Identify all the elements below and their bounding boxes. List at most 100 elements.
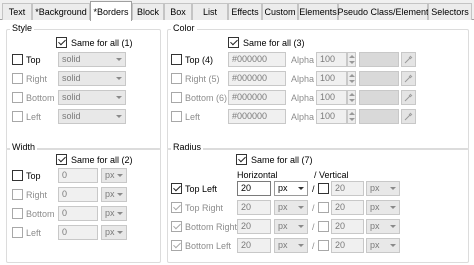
color-bottom-checkbox[interactable]	[171, 92, 182, 103]
tab-effects[interactable]: Effects	[228, 3, 262, 20]
color-bottom-alpha-spinner[interactable]	[347, 90, 356, 105]
radius-bottom-left-h-field[interactable]: 20	[237, 238, 271, 253]
style-bottom-checkbox[interactable]	[12, 92, 23, 103]
radius-bottom-right-v-unit-select[interactable]: px	[366, 219, 400, 234]
radius-top-left-h-field[interactable]: 20	[237, 181, 271, 196]
color-left-swatch[interactable]	[359, 109, 399, 124]
width-bottom-checkbox[interactable]	[12, 208, 23, 219]
color-right-alpha-spinner[interactable]	[347, 71, 356, 86]
radius-top-left-vertical-checkbox[interactable]	[318, 183, 329, 194]
radius-same-for-all-label: Same for all (7)	[251, 155, 313, 165]
radius-bottom-right-vertical-checkbox[interactable]	[318, 221, 329, 232]
color-top-hex-field[interactable]: #000000	[228, 52, 286, 67]
color-left-alpha-label: Alpha	[291, 112, 315, 122]
tab-elements[interactable]: Elements	[298, 3, 338, 20]
width-right-unit-select[interactable]: px	[101, 187, 127, 202]
radius-bottom-left-checkbox[interactable]	[171, 240, 182, 251]
radius-top-right-h-field[interactable]: 20	[237, 200, 271, 215]
color-left-hex-field[interactable]: #000000	[228, 109, 286, 124]
radius-bottom-left-h-unit-select[interactable]: px	[274, 238, 308, 253]
width-top-field[interactable]: 0	[58, 168, 98, 183]
style-top-select[interactable]: solid	[58, 52, 126, 67]
chevron-down-icon	[116, 77, 122, 80]
style-bottom-select[interactable]: solid	[58, 90, 126, 105]
radius-bottom-right-checkbox[interactable]	[171, 221, 182, 232]
color-same-for-all-label: Same for all (3)	[243, 38, 305, 48]
tab-custom[interactable]: Custom	[262, 3, 298, 20]
radius-top-right-vertical-checkbox[interactable]	[318, 202, 329, 213]
color-bottom-swatch[interactable]	[359, 90, 399, 105]
chevron-down-icon	[117, 174, 123, 177]
width-top-checkbox[interactable]	[12, 170, 23, 181]
radius-bottom-left-v-unit-select[interactable]: px	[366, 238, 400, 253]
style-right-checkbox[interactable]	[12, 73, 23, 84]
color-same-for-all-checkbox[interactable]	[228, 37, 239, 48]
width-bottom-label: Bottom	[26, 209, 55, 219]
tab-box[interactable]: Box	[164, 3, 192, 20]
radius-top-left-h-unit-select[interactable]: px	[274, 181, 308, 196]
style-top-checkbox[interactable]	[12, 54, 23, 65]
style-left-label: Left	[26, 112, 42, 122]
style-group-title: Style	[10, 23, 35, 33]
width-same-for-all-label: Same for all (2)	[71, 155, 133, 165]
color-right-hex-field[interactable]: #000000	[228, 71, 286, 86]
width-left-label: Left	[26, 228, 42, 238]
radius-top-left-v-unit-select[interactable]: px	[366, 181, 400, 196]
radius-top-left-checkbox[interactable]	[171, 183, 182, 194]
color-right-alpha-field[interactable]: 100	[316, 71, 347, 86]
style-same-for-all-checkbox[interactable]	[56, 37, 67, 48]
color-right-checkbox[interactable]	[171, 73, 182, 84]
color-bottom-hex-field[interactable]: #000000	[228, 90, 286, 105]
color-bottom-eyedropper-button[interactable]	[401, 90, 416, 105]
color-top-swatch[interactable]	[359, 52, 399, 67]
width-left-field[interactable]: 0	[58, 225, 98, 240]
chevron-down-icon	[298, 225, 304, 228]
color-left-alpha-field[interactable]: 100	[316, 109, 347, 124]
width-bottom-unit-select[interactable]: px	[101, 206, 127, 221]
color-left-alpha-spinner[interactable]	[347, 109, 356, 124]
style-right-select[interactable]: solid	[58, 71, 126, 86]
tab-block[interactable]: Block	[132, 3, 164, 20]
radius-top-right-h-unit-select[interactable]: px	[274, 200, 308, 215]
width-bottom-field[interactable]: 0	[58, 206, 98, 221]
tab-background[interactable]: *Background	[32, 3, 90, 20]
color-right-swatch[interactable]	[359, 71, 399, 86]
color-right-eyedropper-button[interactable]	[401, 71, 416, 86]
color-top-alpha-spinner[interactable]	[347, 52, 356, 67]
color-top-checkbox[interactable]	[171, 54, 182, 65]
style-left-checkbox[interactable]	[12, 111, 23, 122]
tab-pseudo-class-element[interactable]: Pseudo Class/Element	[337, 3, 429, 20]
radius-bottom-left-v-field[interactable]: 20	[331, 238, 364, 253]
radius-bottom-left-vertical-checkbox[interactable]	[318, 240, 329, 251]
radius-same-for-all-checkbox[interactable]	[236, 154, 247, 165]
tab-list[interactable]: List	[192, 3, 228, 20]
width-right-field[interactable]: 0	[58, 187, 98, 202]
width-right-checkbox[interactable]	[12, 189, 23, 200]
color-top-alpha-field[interactable]: 100	[316, 52, 347, 67]
color-left-checkbox[interactable]	[171, 111, 182, 122]
width-same-for-all-checkbox[interactable]	[56, 154, 67, 165]
radius-bottom-right-v-field[interactable]: 20	[331, 219, 364, 234]
chevron-down-icon	[298, 244, 304, 247]
radius-top-right-checkbox[interactable]	[171, 202, 182, 213]
radius-top-right-v-field[interactable]: 20	[331, 200, 364, 215]
radius-top-left-v-field[interactable]: 20	[331, 181, 364, 196]
radius-bottom-right-h-unit-select[interactable]: px	[274, 219, 308, 234]
tab-borders[interactable]: *Borders	[90, 1, 132, 21]
color-top-eyedropper-button[interactable]	[401, 52, 416, 67]
radius-top-right-v-unit-select[interactable]: px	[366, 200, 400, 215]
color-left-eyedropper-button[interactable]	[401, 109, 416, 124]
tab-selectors[interactable]: Selectors	[428, 3, 472, 20]
chevron-down-icon	[117, 212, 123, 215]
style-left-select[interactable]: solid	[58, 109, 126, 124]
width-top-unit-select[interactable]: px	[101, 168, 127, 183]
radius-top-right-label: Top Right	[185, 203, 224, 213]
radius-bottom-right-h-field[interactable]: 20	[237, 219, 271, 234]
tab-text[interactable]: Text	[2, 3, 32, 20]
width-left-unit-select[interactable]: px	[101, 225, 127, 240]
chevron-down-icon	[390, 225, 396, 228]
width-left-checkbox[interactable]	[12, 227, 23, 238]
chevron-down-icon	[298, 187, 304, 190]
color-bottom-alpha-field[interactable]: 100	[316, 90, 347, 105]
radius-bottom-right-separator: /	[312, 222, 315, 232]
